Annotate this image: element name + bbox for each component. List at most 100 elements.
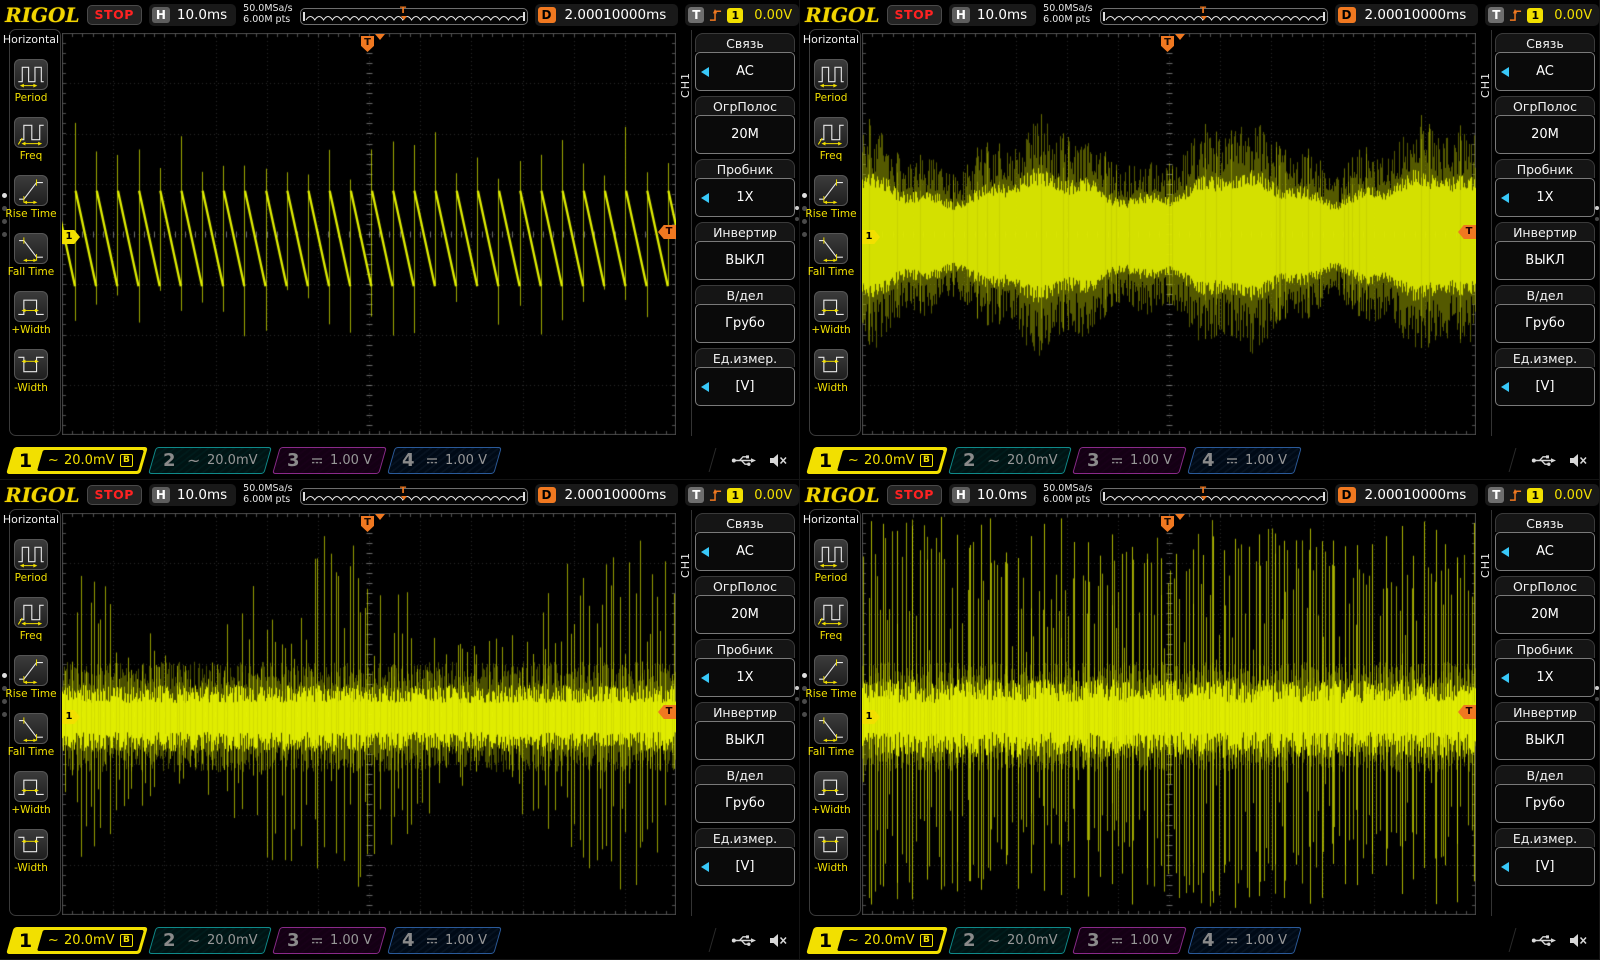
softkey-value-box[interactable]: 1X [1495,658,1595,697]
delay-box[interactable]: D 2.00010000ms [1334,4,1479,26]
softkey-invert[interactable]: Инвертир ВЫКЛ [695,222,795,280]
measure-item-freq[interactable]: Freq [0,117,62,162]
softkey-value-box[interactable]: Грубо [695,784,795,823]
softkey-value-box[interactable]: 1X [695,658,795,697]
channel4-status[interactable]: 4 1.00 V [386,926,501,954]
softkey-coupling[interactable]: Связь AC [695,33,795,91]
softkey-unit[interactable]: Ед.измер. [V] [695,828,795,886]
softkey-value-box[interactable]: 20M [695,115,795,154]
softkey-value-box[interactable]: AC [1495,532,1595,571]
softkey-value-box[interactable]: 20M [1495,595,1595,634]
softkey-volts-div[interactable]: В/дел Грубо [1495,285,1595,343]
delay-box[interactable]: D 2.00010000ms [534,484,679,506]
softkey-probe[interactable]: Пробник 1X [695,159,795,217]
softkey-unit[interactable]: Ед.измер. [V] [695,348,795,406]
softkey-bw-limit[interactable]: ОгрПолос 20M [695,96,795,154]
measure-item-period[interactable]: Period [0,539,62,584]
measure-item-pos-width[interactable]: +Width [0,771,62,816]
channel1-status[interactable]: 1 ~ 20.0mV B [806,926,948,954]
softkey-value-box[interactable]: [V] [1495,367,1595,406]
softkey-value-box[interactable]: ВЫКЛ [695,721,795,760]
channel4-status[interactable]: 4 1.00 V [1186,446,1301,474]
softkey-coupling[interactable]: Связь AC [1495,33,1595,91]
softkey-value-box[interactable]: AC [1495,52,1595,91]
channel2-status[interactable]: 2 ~ 20.0mV [947,446,1072,474]
softkey-value-box[interactable]: AC [695,532,795,571]
softkey-value-box[interactable]: ВЫКЛ [695,241,795,280]
softkey-value-box[interactable]: 20M [1495,115,1595,154]
softkey-volts-div[interactable]: В/дел Грубо [695,765,795,823]
delay-box[interactable]: D 2.00010000ms [1334,484,1479,506]
softkey-value-box[interactable]: [V] [1495,847,1595,886]
measure-item-fall-time[interactable]: Fall Time [800,713,862,758]
channel3-status[interactable]: 3 1.00 V [272,926,387,954]
measure-item-fall-time[interactable]: Fall Time [0,713,62,758]
measure-item-period[interactable]: Period [800,59,862,104]
softkey-value-box[interactable]: Грубо [1495,784,1595,823]
horizontal-timebase-box[interactable]: H 10.0ms [148,484,237,506]
horizontal-timebase-box[interactable]: H 10.0ms [948,484,1037,506]
measure-item-neg-width[interactable]: -Width [800,829,862,874]
softkey-unit[interactable]: Ед.измер. [V] [1495,348,1595,406]
softkey-value-box[interactable]: ВЫКЛ [1495,721,1595,760]
measure-item-neg-width[interactable]: -Width [800,349,862,394]
softkey-coupling[interactable]: Связь AC [695,513,795,571]
channel3-status[interactable]: 3 1.00 V [272,446,387,474]
softkey-value-box[interactable]: Грубо [695,304,795,343]
measure-item-fall-time[interactable]: Fall Time [800,233,862,278]
softkey-invert[interactable]: Инвертир ВЫКЛ [1495,222,1595,280]
softkey-value-box[interactable]: 1X [695,178,795,217]
channel3-status[interactable]: 3 1.00 V [1072,926,1187,954]
trigger-box[interactable]: T 1 0.00V [685,4,800,26]
softkey-value-box[interactable]: AC [695,52,795,91]
measure-item-rise-time[interactable]: Rise Time [0,655,62,700]
channel4-status[interactable]: 4 1.00 V [1186,926,1301,954]
softkey-value-box[interactable]: ВЫКЛ [1495,241,1595,280]
softkey-volts-div[interactable]: В/дел Грубо [695,285,795,343]
channel2-status[interactable]: 2 ~ 20.0mV [147,446,272,474]
measure-item-neg-width[interactable]: -Width [0,829,62,874]
softkey-probe[interactable]: Пробник 1X [695,639,795,697]
softkey-value-box[interactable]: [V] [695,847,795,886]
measure-item-rise-time[interactable]: Rise Time [0,175,62,220]
measure-item-fall-time[interactable]: Fall Time [0,233,62,278]
softkey-value-box[interactable]: Грубо [1495,304,1595,343]
channel2-status[interactable]: 2 ~ 20.0mV [147,926,272,954]
softkey-value-box[interactable]: 1X [1495,178,1595,217]
softkey-invert[interactable]: Инвертир ВЫКЛ [695,702,795,760]
trigger-box[interactable]: T 1 0.00V [1485,484,1600,506]
softkey-probe[interactable]: Пробник 1X [1495,159,1595,217]
channel1-status[interactable]: 1 ~ 20.0mV B [6,446,148,474]
channel4-status[interactable]: 4 1.00 V [386,446,501,474]
softkey-probe[interactable]: Пробник 1X [1495,639,1595,697]
horizontal-timebase-box[interactable]: H 10.0ms [148,4,237,26]
measure-item-freq[interactable]: Freq [0,597,62,642]
measure-item-neg-width[interactable]: -Width [0,349,62,394]
measure-item-rise-time[interactable]: Rise Time [800,655,862,700]
measure-item-pos-width[interactable]: +Width [800,771,862,816]
delay-box[interactable]: D 2.00010000ms [534,4,679,26]
softkey-value-box[interactable]: [V] [695,367,795,406]
softkey-bw-limit[interactable]: ОгрПолос 20M [1495,576,1595,634]
measure-item-pos-width[interactable]: +Width [0,291,62,336]
softkey-coupling[interactable]: Связь AC [1495,513,1595,571]
channel1-status[interactable]: 1 ~ 20.0mV B [6,926,148,954]
softkey-value-box[interactable]: 20M [695,595,795,634]
measure-item-period[interactable]: Period [800,539,862,584]
softkey-volts-div[interactable]: В/дел Грубо [1495,765,1595,823]
softkey-unit[interactable]: Ед.измер. [V] [1495,828,1595,886]
trigger-box[interactable]: T 1 0.00V [685,484,800,506]
measure-item-period[interactable]: Period [0,59,62,104]
measure-item-freq[interactable]: Freq [800,597,862,642]
channel3-status[interactable]: 3 1.00 V [1072,446,1187,474]
softkey-bw-limit[interactable]: ОгрПолос 20M [695,576,795,634]
measure-item-freq[interactable]: Freq [800,117,862,162]
channel2-status[interactable]: 2 ~ 20.0mV [947,926,1072,954]
softkey-bw-limit[interactable]: ОгрПолос 20M [1495,96,1595,154]
channel1-status[interactable]: 1 ~ 20.0mV B [806,446,948,474]
measure-item-pos-width[interactable]: +Width [800,291,862,336]
horizontal-timebase-box[interactable]: H 10.0ms [948,4,1037,26]
trigger-box[interactable]: T 1 0.00V [1485,4,1600,26]
measure-item-rise-time[interactable]: Rise Time [800,175,862,220]
softkey-invert[interactable]: Инвертир ВЫКЛ [1495,702,1595,760]
